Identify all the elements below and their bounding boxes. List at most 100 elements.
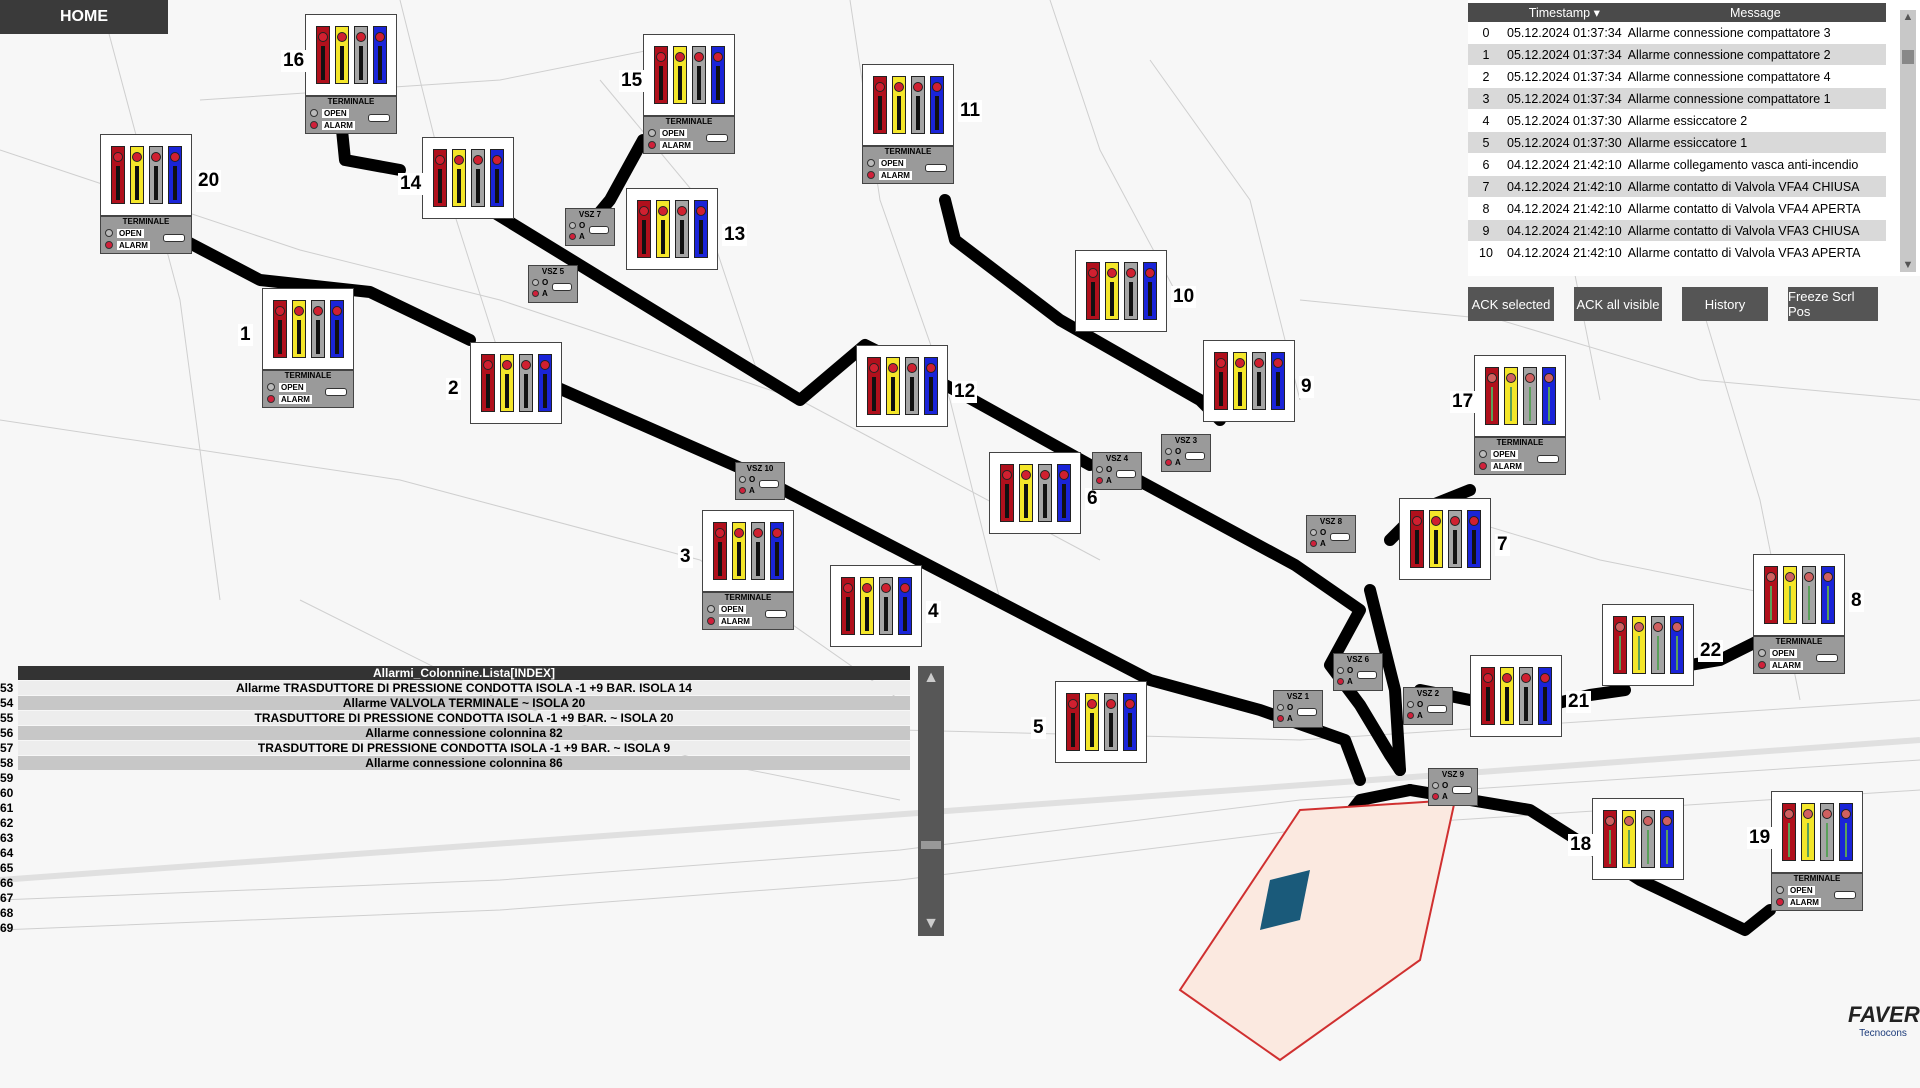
valve-vsz7[interactable]: VSZ 7 OA: [565, 208, 615, 246]
island-20[interactable]: 20: [100, 134, 222, 216]
list-item[interactable]: 69: [0, 921, 912, 935]
valve-vsz1[interactable]: VSZ 1 OA: [1273, 690, 1323, 728]
island-4[interactable]: 4: [830, 565, 941, 647]
terminal-panel[interactable]: TERMINALE OPEN ALARM: [643, 116, 735, 154]
island-19[interactable]: 19: [1747, 791, 1863, 873]
table-row[interactable]: 3 05.12.2024 01:37:34 Allarme connessione …: [1468, 87, 1886, 110]
terminal-panel[interactable]: TERMINALE OPEN ALARM: [1474, 437, 1566, 475]
valve-switch[interactable]: [1297, 708, 1317, 716]
list-item[interactable]: 60: [0, 786, 912, 800]
island-13[interactable]: 13: [626, 188, 748, 270]
valve-switch[interactable]: [1427, 705, 1447, 713]
terminal-panel[interactable]: TERMINALE OPEN ALARM: [305, 96, 397, 134]
island-18[interactable]: 18: [1568, 798, 1684, 880]
home-button[interactable]: HOME: [0, 0, 168, 34]
list-item[interactable]: 66: [0, 876, 912, 890]
island-17[interactable]: 17: [1450, 355, 1566, 437]
list-item[interactable]: 62: [0, 816, 912, 830]
terminal-panel[interactable]: TERMINALE OPEN ALARM: [702, 592, 794, 630]
terminal-switch[interactable]: [163, 234, 185, 242]
island-21[interactable]: 21: [1470, 655, 1592, 737]
valve-switch[interactable]: [1330, 533, 1350, 541]
freeze-scroll-button[interactable]: Freeze Scrl Pos: [1788, 287, 1878, 321]
valve-vsz9[interactable]: VSZ 9 OA: [1428, 768, 1478, 806]
valve-vsz8[interactable]: VSZ 8 OA: [1306, 515, 1356, 553]
island-10[interactable]: 10: [1075, 250, 1197, 332]
terminal-panel[interactable]: TERMINALE OPEN ALARM: [262, 370, 354, 408]
island-12[interactable]: 12: [856, 345, 978, 427]
island-3[interactable]: 3: [678, 510, 794, 592]
island-8[interactable]: 8: [1753, 554, 1864, 636]
island-5[interactable]: 5: [1031, 681, 1147, 763]
scroll-thumb[interactable]: [921, 841, 941, 849]
list-item[interactable]: 58 Allarme connessione colonnina 86: [0, 756, 912, 770]
island-7[interactable]: 7: [1399, 498, 1510, 580]
scroll-up-icon[interactable]: ▲: [1900, 10, 1916, 24]
valve-vsz5[interactable]: VSZ 5 OA: [528, 265, 578, 303]
list-item[interactable]: 63: [0, 831, 912, 845]
list-item[interactable]: 53 Allarme TRASDUTTORE DI PRESSIONE CONDO…: [0, 681, 912, 695]
table-row[interactable]: 9 04.12.2024 21:42:10 Allarme contatto di …: [1468, 219, 1886, 242]
scroll-down-icon[interactable]: ▼: [1900, 258, 1916, 272]
valve-switch[interactable]: [552, 283, 572, 291]
terminal-switch[interactable]: [1834, 891, 1856, 899]
terminal-switch[interactable]: [1537, 455, 1559, 463]
island-16[interactable]: 16: [281, 14, 397, 96]
scroll-up-icon[interactable]: ▲: [921, 668, 941, 688]
table-row[interactable]: 7 04.12.2024 21:42:10 Allarme contatto di …: [1468, 175, 1886, 198]
island-11[interactable]: 11: [862, 64, 983, 146]
valve-vsz10[interactable]: VSZ 10 O A: [735, 462, 785, 500]
terminal-panel[interactable]: TERMINALE OPEN ALARM: [862, 146, 954, 184]
list-item[interactable]: 61: [0, 801, 912, 815]
table-row[interactable]: 1 05.12.2024 01:37:34 Allarme connessione …: [1468, 43, 1886, 66]
valve-switch[interactable]: [759, 480, 779, 488]
island-14[interactable]: 14: [398, 137, 514, 219]
list-item[interactable]: 64: [0, 846, 912, 860]
table-row[interactable]: 10 04.12.2024 21:42:10 Allarme contatto di…: [1468, 241, 1886, 264]
valve-switch[interactable]: [1116, 470, 1136, 478]
valve-vsz6[interactable]: VSZ 6 OA: [1333, 653, 1383, 691]
table-row[interactable]: 0 05.12.2024 01:37:34 Allarme connessione …: [1468, 22, 1886, 44]
table-row[interactable]: 4 05.12.2024 01:37:30 Allarme essiccatore …: [1468, 109, 1886, 132]
island-2[interactable]: 2: [446, 342, 562, 424]
alarm-scrollbar[interactable]: ▲ ▼: [1900, 10, 1916, 272]
list-item[interactable]: 55 TRASDUTTORE DI PRESSIONE CONDOTTA ISOL…: [0, 711, 912, 725]
list-scrollbar[interactable]: ▲ ▼: [918, 666, 944, 936]
island-22[interactable]: 22: [1602, 604, 1724, 686]
terminal-switch[interactable]: [1816, 654, 1838, 662]
scroll-down-icon[interactable]: ▼: [921, 914, 941, 934]
list-item[interactable]: 68: [0, 906, 912, 920]
list-item[interactable]: 65: [0, 861, 912, 875]
ack-all-button[interactable]: ACK all visible: [1574, 287, 1662, 321]
list-item[interactable]: 56 Allarme connessione colonnina 82: [0, 726, 912, 740]
island-6[interactable]: 6: [989, 452, 1100, 534]
island-15[interactable]: 15: [619, 34, 735, 116]
valve-switch[interactable]: [589, 226, 609, 234]
terminal-switch[interactable]: [368, 114, 390, 122]
valve-vsz4[interactable]: VSZ 4 OA: [1092, 452, 1142, 490]
terminal-switch[interactable]: [925, 164, 947, 172]
list-item[interactable]: 67: [0, 891, 912, 905]
terminal-panel[interactable]: TERMINALE OPEN ALARM: [100, 216, 192, 254]
list-item[interactable]: 54 Allarme VALVOLA TERMINALE ~ ISOLA 20: [0, 696, 912, 710]
table-row[interactable]: 6 04.12.2024 21:42:10 Allarme collegamento…: [1468, 153, 1886, 176]
island-1[interactable]: 1: [238, 288, 354, 370]
terminal-switch[interactable]: [325, 388, 347, 396]
list-item[interactable]: 59: [0, 771, 912, 785]
terminal-switch[interactable]: [765, 610, 787, 618]
col-index[interactable]: [1468, 3, 1504, 22]
valve-switch[interactable]: [1452, 786, 1472, 794]
table-row[interactable]: 8 04.12.2024 21:42:10 Allarme contatto di …: [1468, 197, 1886, 220]
valve-switch[interactable]: [1185, 452, 1205, 460]
col-message[interactable]: Message: [1624, 3, 1886, 22]
terminal-switch[interactable]: [706, 134, 728, 142]
history-button[interactable]: History: [1682, 287, 1768, 321]
island-9[interactable]: 9: [1203, 340, 1314, 422]
table-row[interactable]: 5 05.12.2024 01:37:30 Allarme essiccatore …: [1468, 131, 1886, 154]
terminal-panel[interactable]: TERMINALE OPEN ALARM: [1771, 873, 1863, 911]
terminal-panel[interactable]: TERMINALE OPEN ALARM: [1753, 636, 1845, 674]
table-row[interactable]: 2 05.12.2024 01:37:34 Allarme connessione …: [1468, 65, 1886, 88]
col-timestamp[interactable]: Timestamp ▾: [1504, 3, 1625, 22]
valve-switch[interactable]: [1357, 671, 1377, 679]
list-item[interactable]: 57 TRASDUTTORE DI PRESSIONE CONDOTTA ISOL…: [0, 741, 912, 755]
